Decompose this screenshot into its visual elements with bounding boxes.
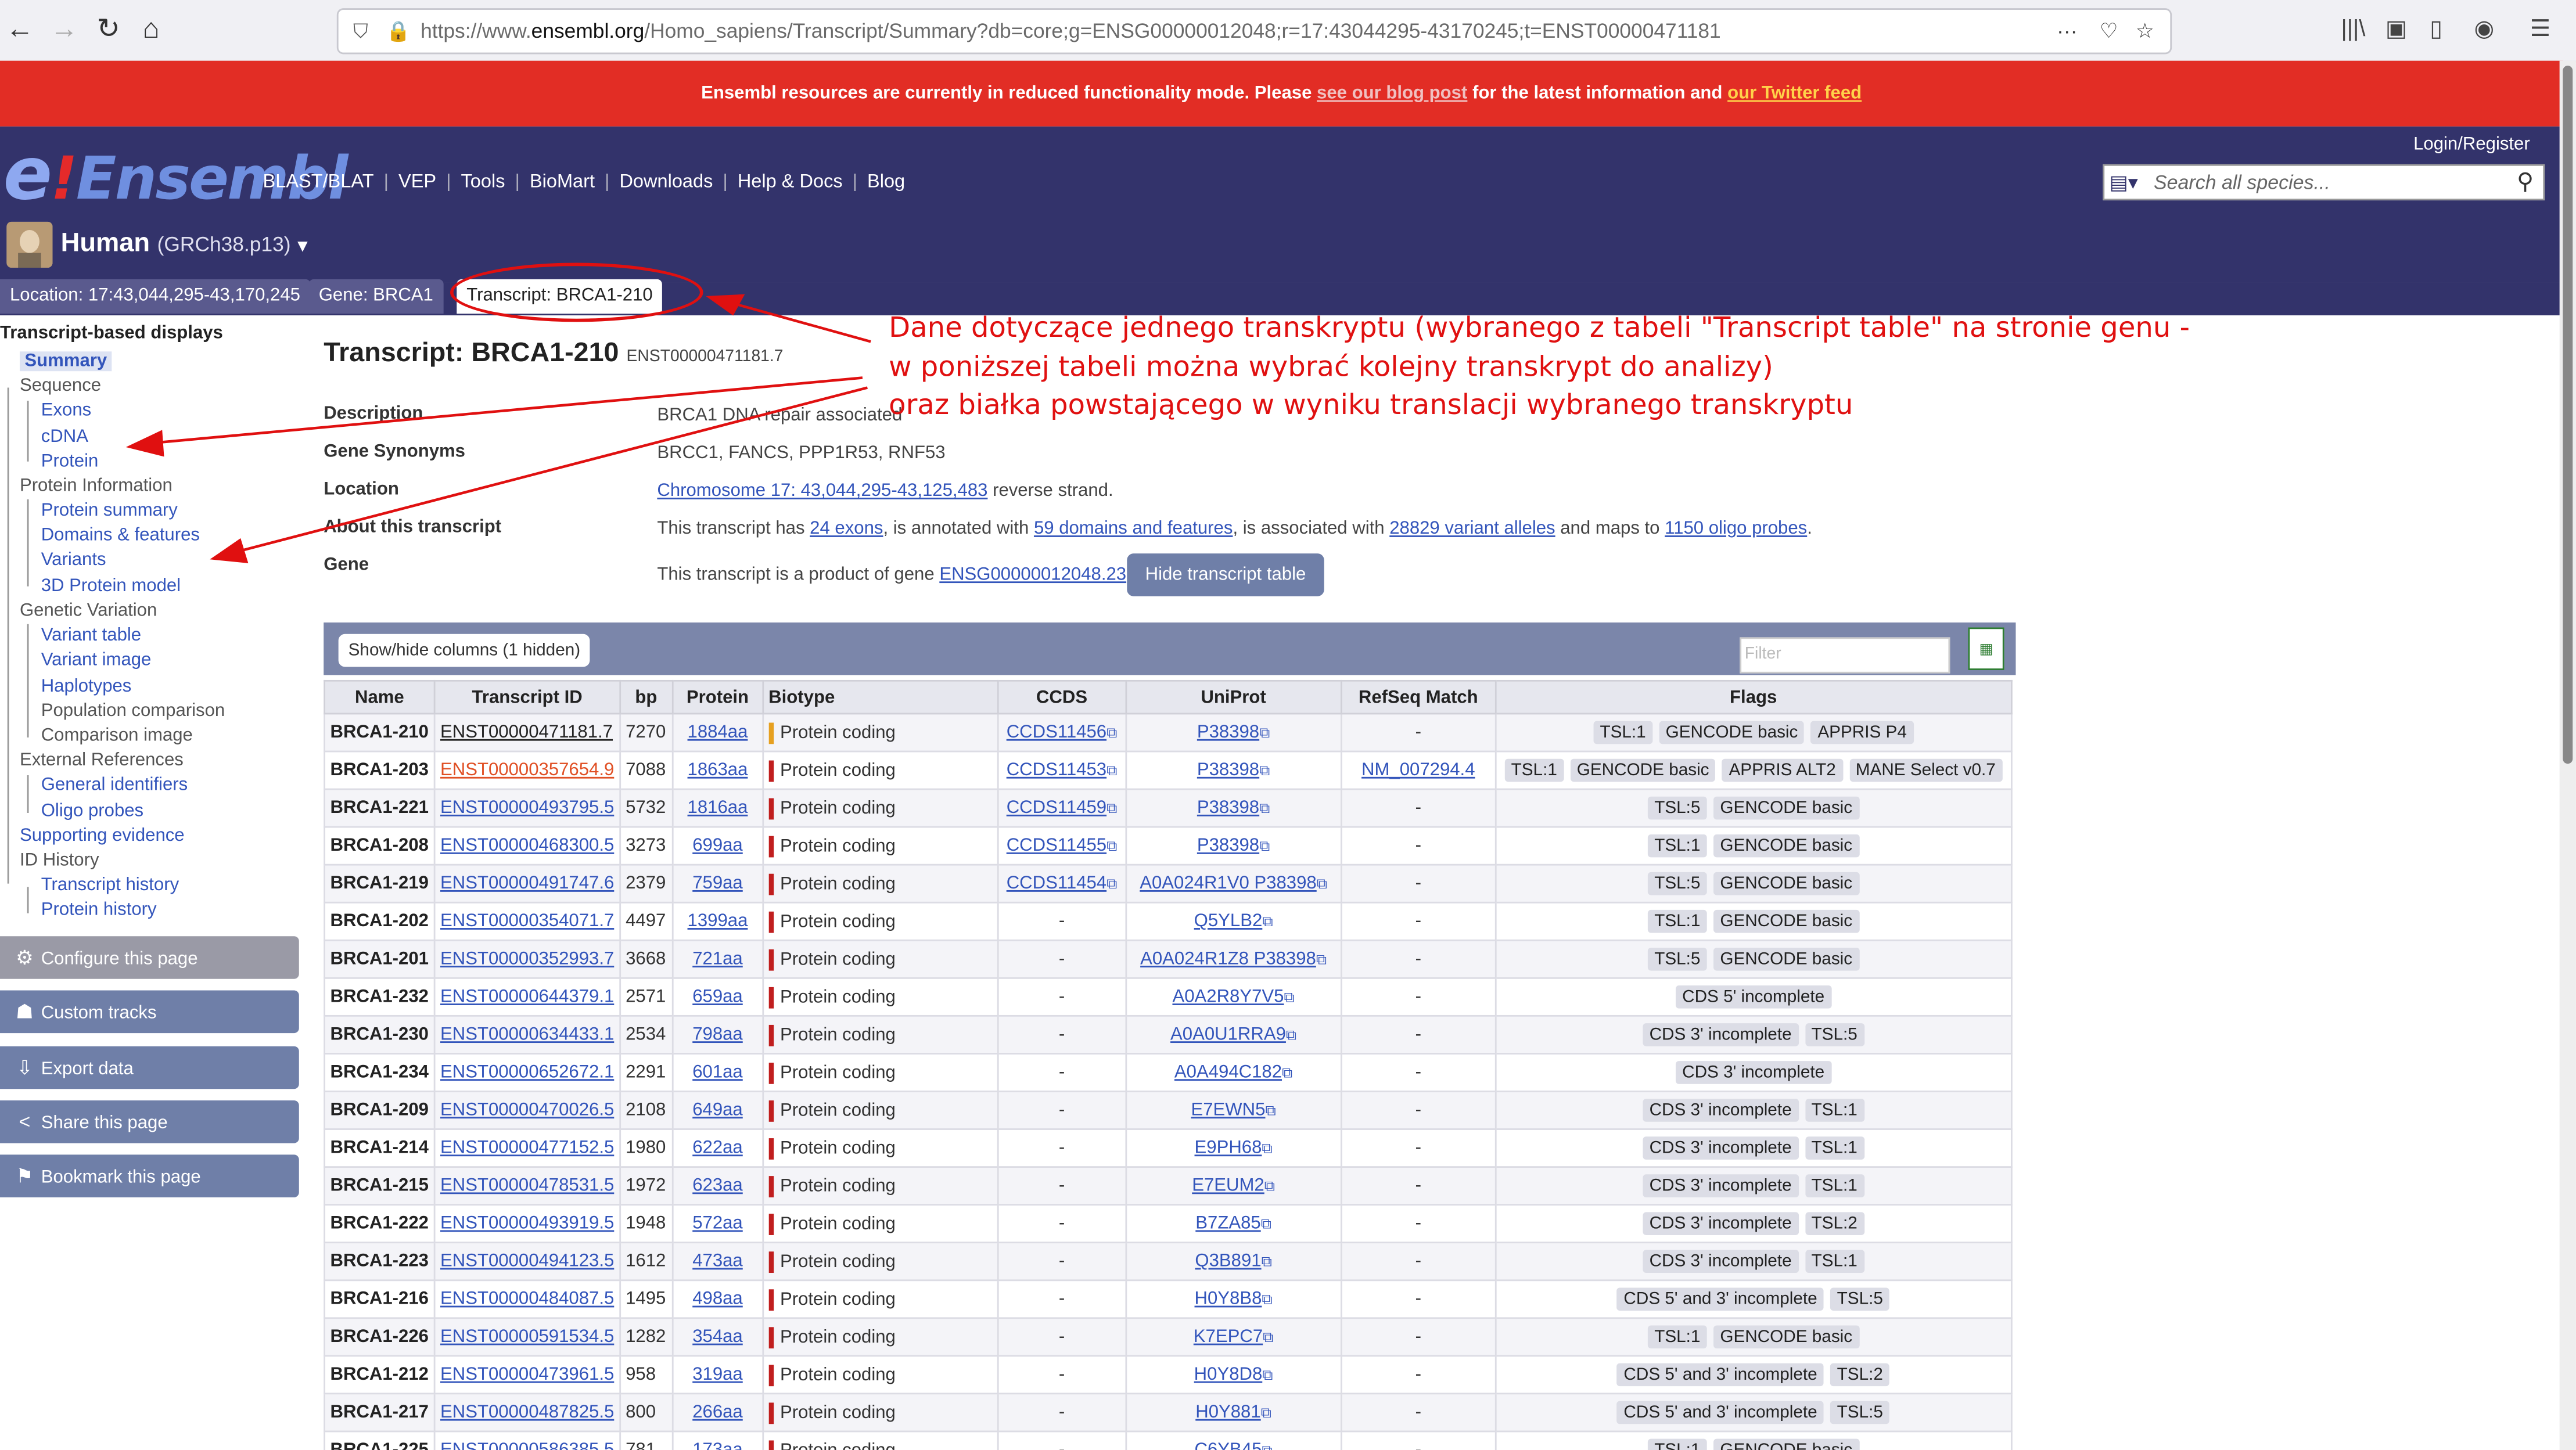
arrow-to-tab	[722, 299, 871, 343]
app-viewport: ← → ↻ ⌂ ⛉ 🔒 https://www.ensembl.org/Homo…	[0, 0, 2576, 1450]
arrow-to-cdna	[148, 376, 863, 445]
annotation-arrows	[125, 294, 871, 563]
annotation-line-1: Dane dotyczące jednego transkryptu (wybr…	[889, 312, 2190, 345]
arrow-head-tab	[706, 294, 745, 316]
annotation-line-2: w poniższej tabeli można wybrać kolejny …	[889, 351, 1773, 384]
scrollbar-thumb[interactable]	[2563, 66, 2573, 764]
annotation-line-3: oraz białka powstającego w wyniku transl…	[889, 389, 1853, 422]
arrow-head-cdna	[125, 430, 164, 457]
arrow-head-domains	[210, 538, 249, 563]
arrow-to-domains	[229, 386, 868, 555]
